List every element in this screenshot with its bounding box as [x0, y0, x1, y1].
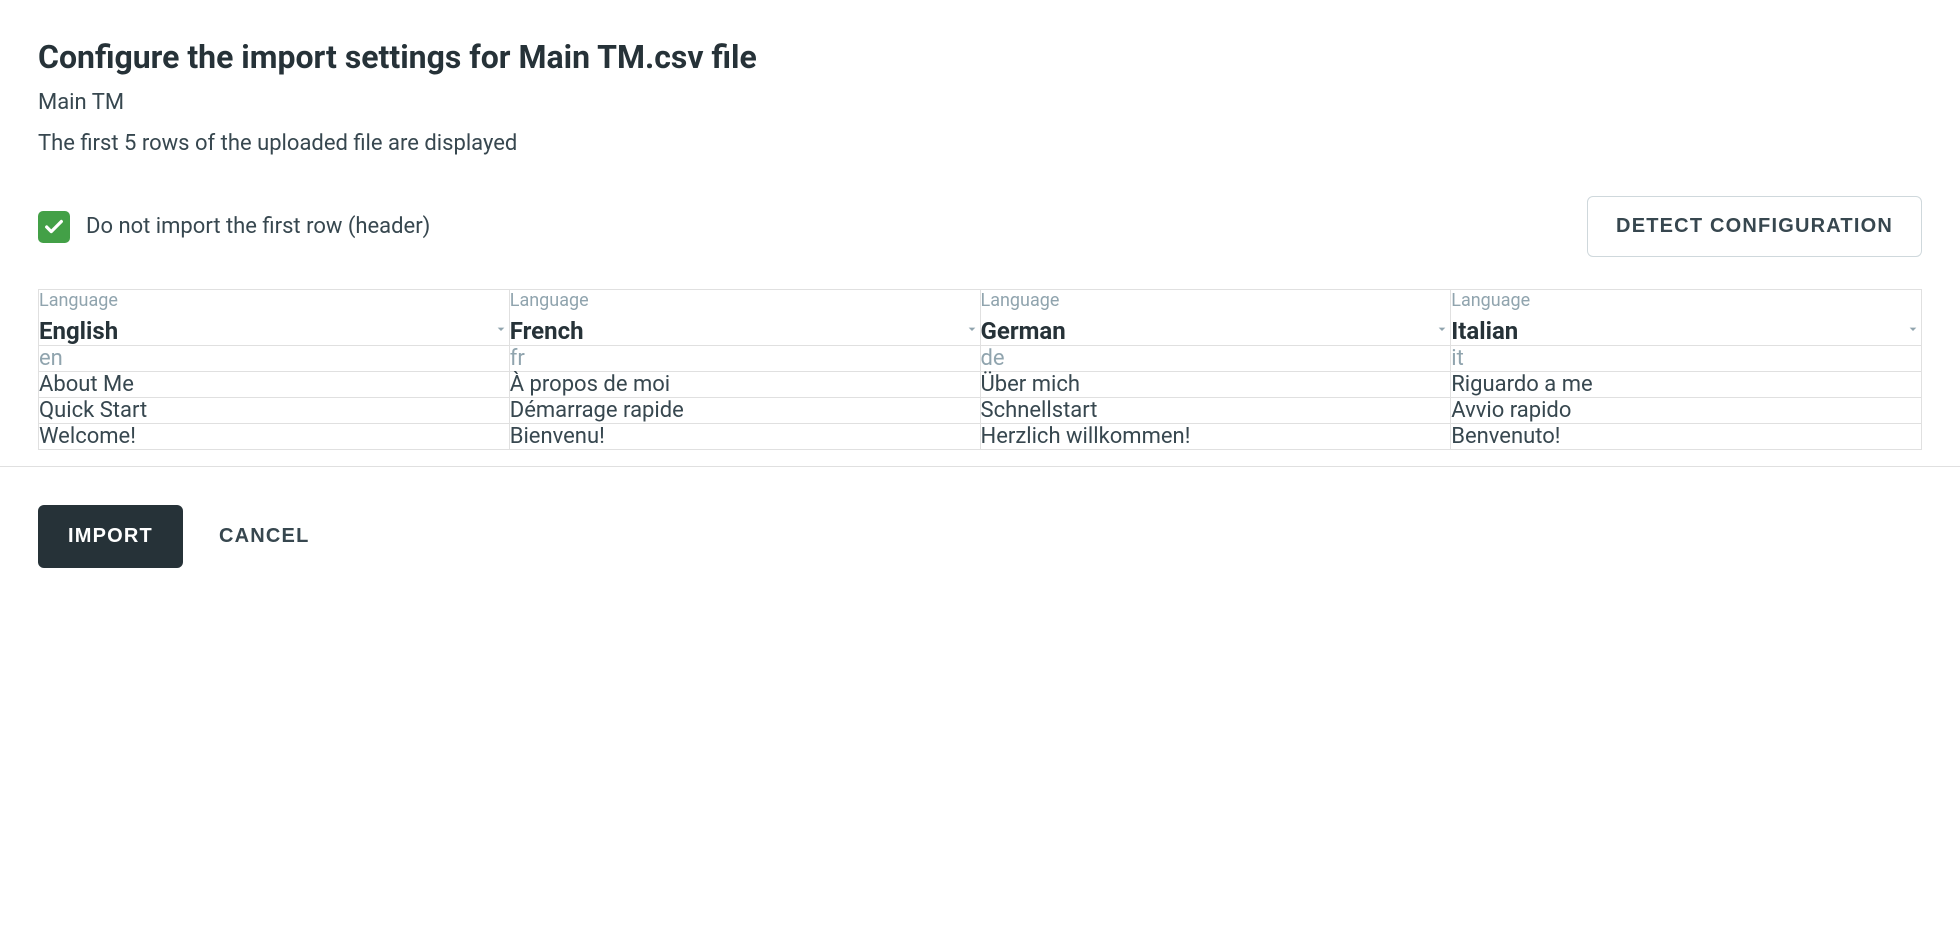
page-title: Configure the import settings for Main T… [38, 38, 1922, 76]
table-cell: fr [509, 346, 980, 372]
language-select-col-1[interactable]: French [510, 317, 980, 345]
page-subtitle: Main TM [38, 90, 1922, 115]
table-cell: Benvenuto! [1451, 424, 1922, 450]
language-select-col-0[interactable]: English [39, 317, 509, 345]
chevron-down-icon [493, 321, 509, 341]
chevron-down-icon [1434, 321, 1450, 341]
table-cell: Quick Start [39, 398, 510, 424]
language-select-col-2[interactable]: German [981, 317, 1451, 345]
import-button[interactable]: IMPORT [38, 505, 183, 568]
table-cell: Herzlich willkommen! [980, 424, 1451, 450]
table-cell: en [39, 346, 510, 372]
column-type-label: Language [39, 290, 509, 311]
column-type-label: Language [1451, 290, 1921, 311]
preview-table: Language English Language French [38, 289, 1922, 450]
language-select-value: Italian [1451, 317, 1518, 345]
skip-header-checkbox[interactable]: Do not import the first row (header) [38, 211, 430, 243]
table-row: en fr de it [39, 346, 1922, 372]
language-select-value: German [981, 317, 1066, 345]
skip-header-label: Do not import the first row (header) [86, 214, 430, 239]
table-row: Quick Start Démarrage rapide Schnellstar… [39, 398, 1922, 424]
chevron-down-icon [1905, 321, 1921, 341]
column-type-label: Language [510, 290, 980, 311]
table-cell: À propos de moi [509, 372, 980, 398]
language-select-value: French [510, 317, 584, 345]
detect-configuration-button[interactable]: DETECT CONFIGURATION [1587, 196, 1922, 257]
language-select-value: English [39, 317, 118, 345]
table-row: About Me À propos de moi Über mich Rigua… [39, 372, 1922, 398]
language-select-col-3[interactable]: Italian [1451, 317, 1921, 345]
page-description: The first 5 rows of the uploaded file ar… [38, 131, 1922, 156]
chevron-down-icon [964, 321, 980, 341]
table-cell: Über mich [980, 372, 1451, 398]
table-cell: About Me [39, 372, 510, 398]
table-cell: Riguardo a me [1451, 372, 1922, 398]
table-cell: Bienvenu! [509, 424, 980, 450]
table-cell: Welcome! [39, 424, 510, 450]
table-cell: de [980, 346, 1451, 372]
cancel-button[interactable]: CANCEL [211, 505, 318, 568]
table-cell: Démarrage rapide [509, 398, 980, 424]
column-type-label: Language [981, 290, 1451, 311]
table-row: Welcome! Bienvenu! Herzlich willkommen! … [39, 424, 1922, 450]
table-cell: Avvio rapido [1451, 398, 1922, 424]
checkmark-icon [38, 211, 70, 243]
table-cell: it [1451, 346, 1922, 372]
table-cell: Schnellstart [980, 398, 1451, 424]
footer-bar: IMPORT CANCEL [0, 466, 1960, 606]
